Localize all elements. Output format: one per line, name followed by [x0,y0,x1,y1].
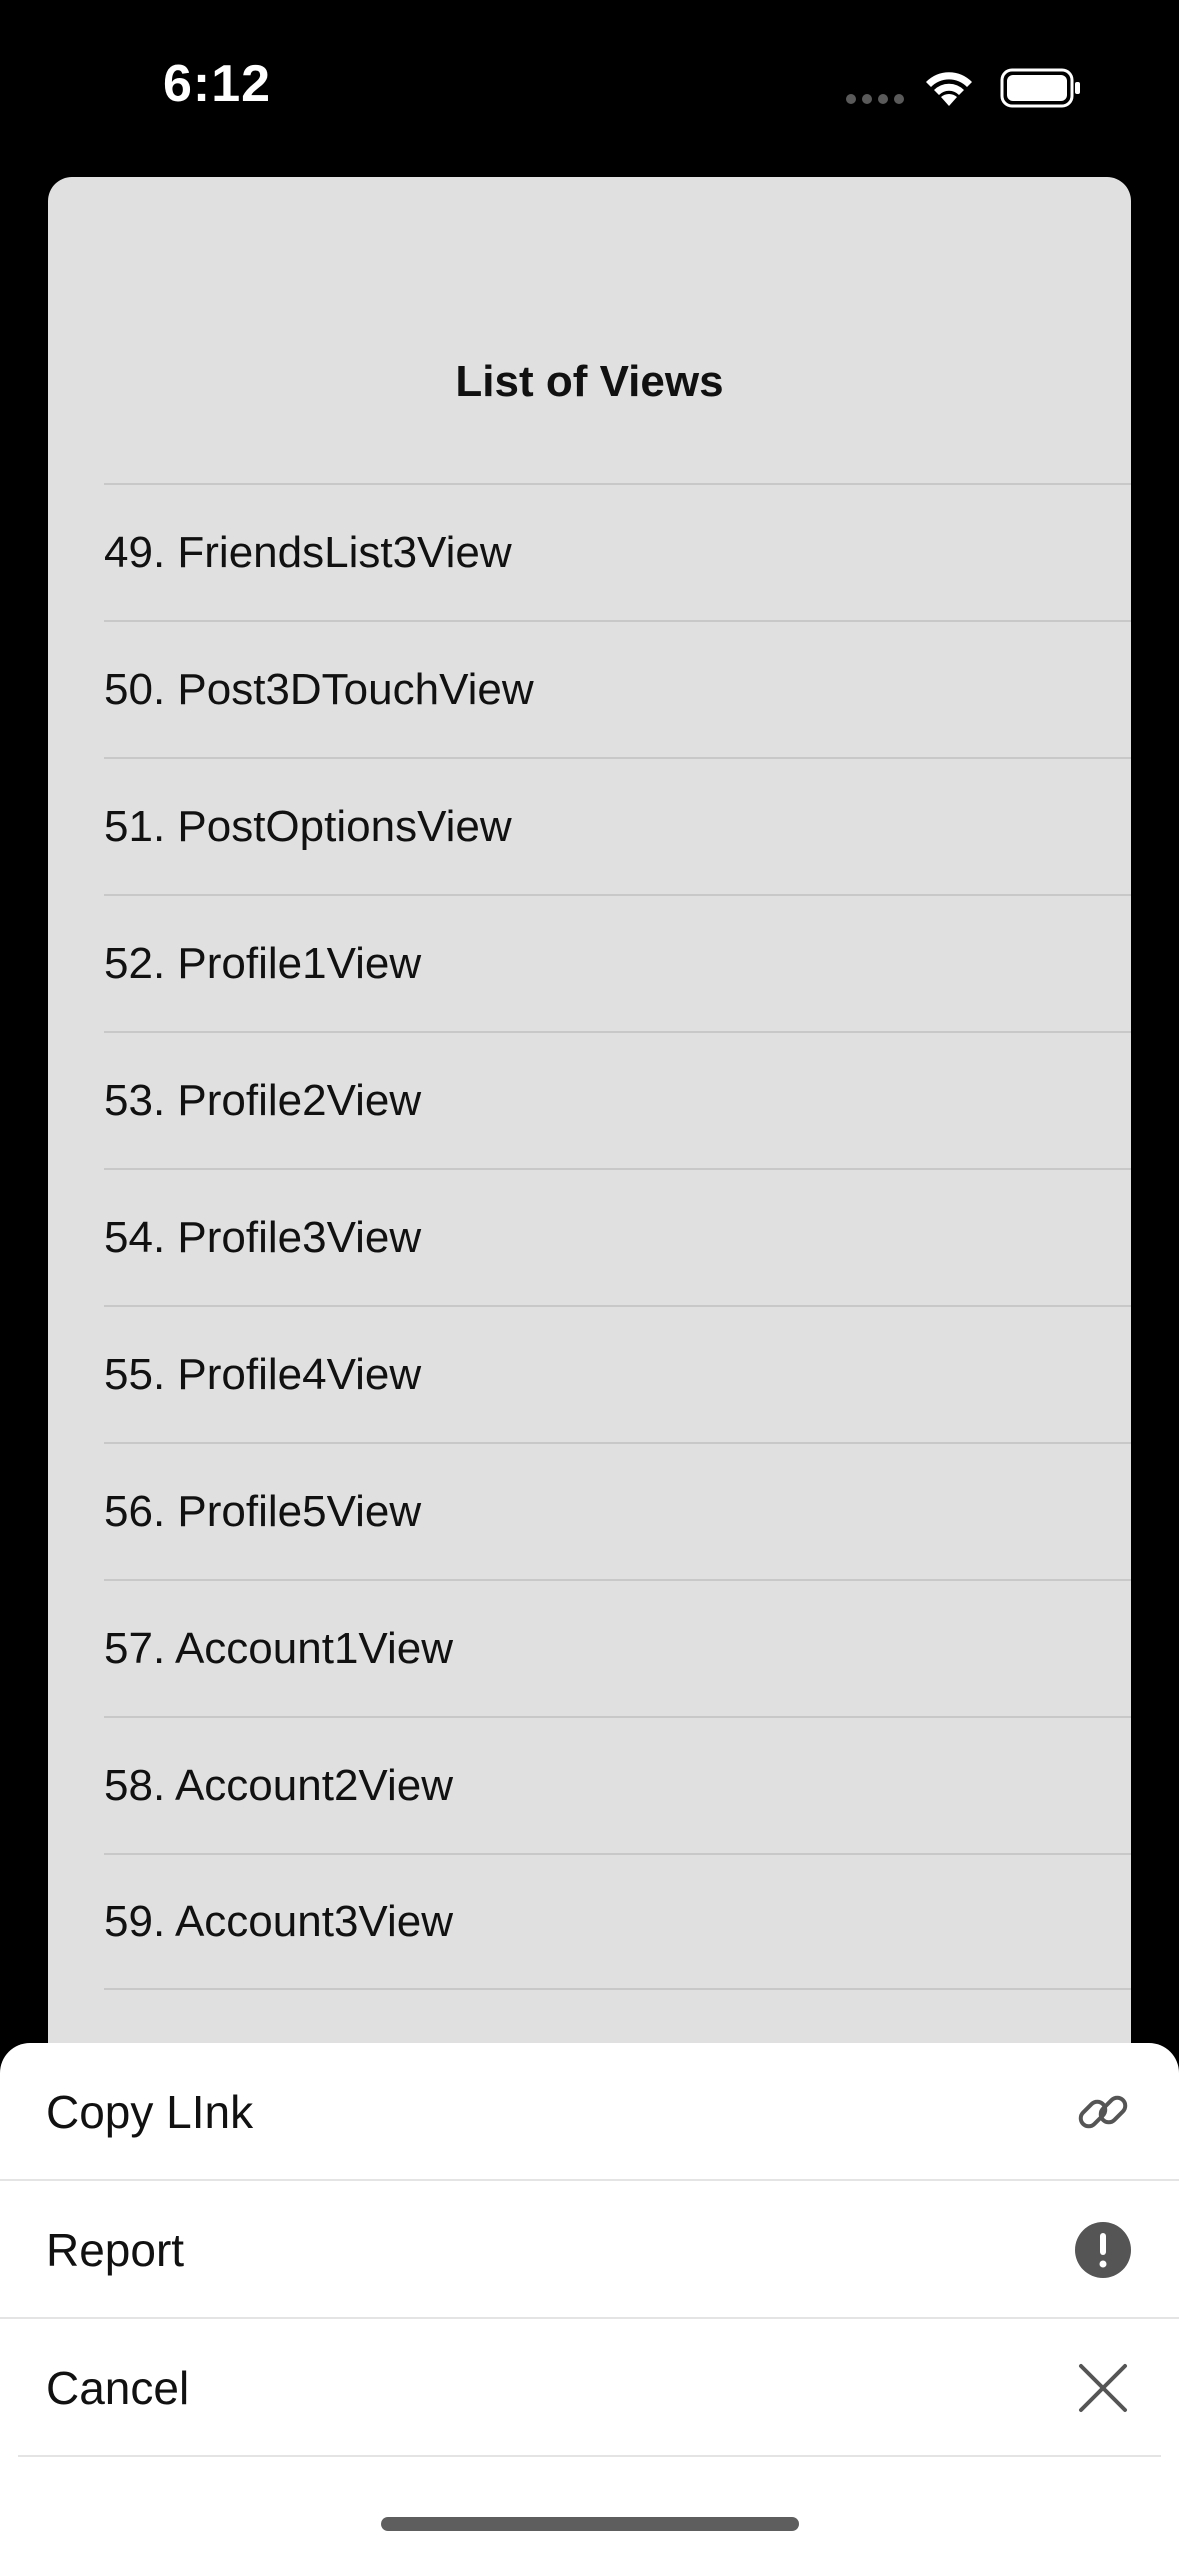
list-item[interactable]: 50. Post3DTouchView [104,620,1131,757]
cancel-label: Cancel [46,2362,190,2414]
list-item[interactable]: 51. PostOptionsView [104,757,1131,894]
report-label: Report [46,2224,185,2276]
list-item[interactable]: 57. Account1View [104,1579,1131,1716]
link-icon [1073,2082,1133,2142]
cancel-button[interactable]: Cancel [0,2319,1179,2457]
list-item[interactable]: 53. Profile2View [104,1031,1131,1168]
list-item[interactable]: 52. Profile1View [104,894,1131,1031]
copy-link-button[interactable]: Copy LInk [0,2043,1179,2181]
status-time: 6:12 [163,55,272,113]
close-icon [1073,2358,1133,2418]
list-item[interactable]: 54. Profile3View [104,1168,1131,1305]
list-item[interactable]: 59. Account3View [104,1853,1131,1990]
battery-icon [1000,68,1080,108]
list-item[interactable]: 55. Profile4View [104,1305,1131,1442]
signal-dots-icon [846,94,904,104]
exclamation-circle-icon [1073,2220,1133,2280]
card-title: List of Views [455,357,724,406]
list-item[interactable]: 56. Profile5View [104,1442,1131,1579]
views-list: 49. FriendsList3View 50. Post3DTouchView… [104,483,1131,1990]
list-item[interactable]: 49. FriendsList3View [104,483,1131,620]
status-bar: 6:12 [0,0,1179,170]
copy-link-label: Copy LInk [46,2086,254,2138]
home-indicator[interactable] [381,2517,799,2531]
wifi-icon [926,72,972,106]
report-button[interactable]: Report [0,2181,1179,2319]
action-sheet: Copy LInk Report Cancel [0,2043,1179,2556]
list-item[interactable]: 58. Account2View [104,1716,1131,1853]
